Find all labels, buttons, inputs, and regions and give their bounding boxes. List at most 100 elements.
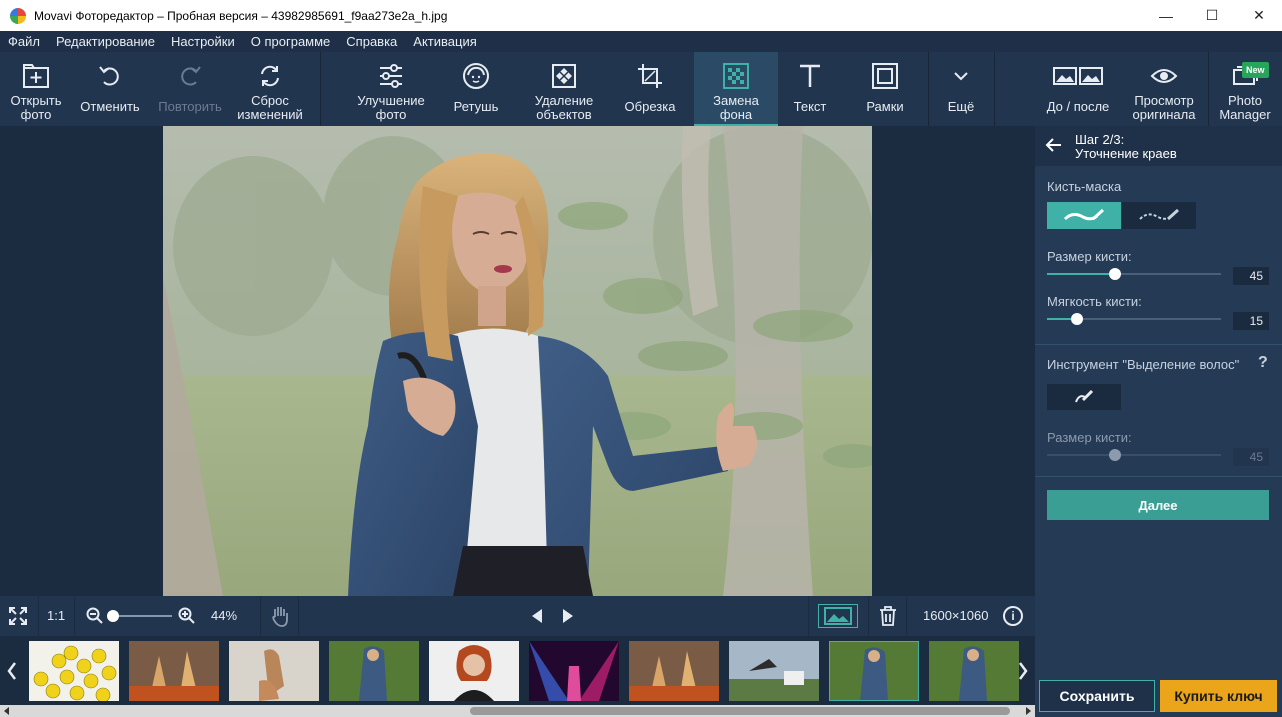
brush-size-value[interactable]: 45: [1233, 267, 1269, 285]
image-dimensions: 1600×1060: [923, 608, 989, 623]
next-button[interactable]: Далее: [1047, 490, 1269, 520]
menu-about[interactable]: О программе: [243, 34, 339, 49]
menu-file[interactable]: Файл: [0, 34, 48, 49]
brush-remove-button[interactable]: [1122, 202, 1196, 229]
show-background-icon[interactable]: [818, 604, 858, 628]
softness-knob[interactable]: [1071, 313, 1083, 325]
crop-button[interactable]: Обрезка: [612, 52, 688, 126]
buy-key-button[interactable]: Купить ключ: [1160, 680, 1277, 712]
eraser-icon: [551, 58, 577, 94]
more-button[interactable]: Ещё: [930, 52, 992, 126]
brush-add-button[interactable]: [1047, 202, 1121, 229]
thumbnail-selected[interactable]: [829, 641, 919, 701]
frame-icon: [872, 58, 898, 94]
help-icon[interactable]: ?: [1258, 354, 1268, 372]
close-button[interactable]: ✕: [1236, 0, 1282, 31]
undo-icon: [97, 58, 123, 94]
remove-objects-button[interactable]: Удаление объектов: [524, 52, 604, 126]
brush-mask-label: Кисть-маска: [1047, 179, 1122, 194]
reset-button[interactable]: Сброс изменений: [232, 52, 308, 126]
bottom-bar: 1:1 44% 1600×1060 i: [0, 596, 1035, 636]
canvas-area[interactable]: [0, 126, 1035, 596]
softness-slider[interactable]: [1047, 311, 1221, 327]
hair-size-knob[interactable]: [1109, 449, 1121, 461]
horizontal-scrollbar[interactable]: [0, 705, 1035, 717]
divider: [1035, 344, 1282, 345]
thumbnail[interactable]: [229, 641, 319, 701]
menu-help[interactable]: Справка: [338, 34, 405, 49]
scroll-left-arrow-icon[interactable]: [4, 707, 9, 715]
hair-tool-label: Инструмент "Выделение волос": [1047, 357, 1240, 372]
undo-button[interactable]: Отменить: [74, 52, 146, 126]
hand-tool-icon[interactable]: [270, 605, 290, 630]
fit-to-screen-icon[interactable]: [8, 606, 28, 629]
thumbnail[interactable]: [29, 641, 119, 701]
enhance-button[interactable]: Улучшение фото: [350, 52, 432, 126]
open-photo-button[interactable]: Открыть фото: [0, 52, 72, 126]
retouch-button[interactable]: Ретушь: [440, 52, 512, 126]
reset-icon: [257, 58, 283, 94]
eye-icon: [1150, 58, 1178, 94]
hair-brush-icon: [1075, 389, 1094, 403]
zoom-in-icon[interactable]: [178, 607, 196, 628]
chevron-down-icon: [953, 58, 969, 94]
text-icon: [797, 58, 823, 94]
hair-size-slider[interactable]: [1047, 447, 1221, 463]
redo-button[interactable]: Повторить: [154, 52, 226, 126]
thumbnail[interactable]: [329, 641, 419, 701]
app-icon: [10, 7, 26, 24]
zoom-percent: 44%: [211, 608, 238, 623]
toolbar-divider: [928, 52, 929, 126]
title-bar: Movavi Фоторедактор – Пробная версия – 4…: [0, 0, 1282, 31]
step-title: Уточнение краев: [1075, 146, 1177, 161]
menu-edit[interactable]: Редактирование: [48, 34, 163, 49]
photo-canvas[interactable]: [163, 126, 872, 596]
window-title: Movavi Фоторедактор – Пробная версия – 4…: [34, 8, 448, 23]
menu-bar: Файл Редактирование Настройки О программ…: [0, 31, 1282, 52]
menu-activation[interactable]: Активация: [405, 34, 484, 49]
step-label: Шаг 2/3:: [1075, 132, 1125, 147]
face-icon: [462, 58, 490, 94]
thumbnail[interactable]: [429, 641, 519, 701]
before-after-icon: [1053, 58, 1103, 94]
filmstrip-right-arrow-icon[interactable]: [1011, 636, 1035, 706]
menu-settings[interactable]: Настройки: [163, 34, 243, 49]
photo-manager-button[interactable]: New Photo Manager: [1210, 52, 1280, 126]
softness-value[interactable]: 15: [1233, 312, 1269, 330]
zoom-1-1-button[interactable]: 1:1: [47, 608, 65, 623]
thumbnail[interactable]: [729, 641, 819, 701]
zoom-knob[interactable]: [107, 610, 119, 622]
brush-size-knob[interactable]: [1109, 268, 1121, 280]
previous-arrow-icon[interactable]: [530, 608, 544, 627]
text-button[interactable]: Текст: [778, 52, 842, 126]
next-arrow-icon[interactable]: [561, 608, 575, 627]
minimize-button[interactable]: —: [1143, 0, 1189, 31]
maximize-button[interactable]: ☐: [1189, 0, 1235, 31]
save-button[interactable]: Сохранить: [1039, 680, 1155, 712]
brush-remove-icon: [1139, 208, 1180, 220]
trash-icon[interactable]: [879, 606, 897, 629]
hair-size-value[interactable]: 45: [1233, 448, 1269, 466]
zoom-out-icon[interactable]: [86, 607, 104, 628]
thumbnail[interactable]: [529, 641, 619, 701]
thumbnail[interactable]: [629, 641, 719, 701]
view-original-button[interactable]: Просмотр оригинала: [1124, 52, 1204, 126]
hair-tool-button[interactable]: [1047, 384, 1121, 410]
divider: [1035, 476, 1282, 477]
scroll-thumb[interactable]: [470, 707, 1010, 715]
brush-size-slider[interactable]: [1047, 266, 1221, 282]
frames-button[interactable]: Рамки: [850, 52, 920, 126]
zoom-slider[interactable]: [107, 608, 172, 624]
info-icon[interactable]: i: [1003, 606, 1023, 626]
crop-icon: [636, 58, 664, 94]
panel-header: Шаг 2/3: Уточнение краев: [1035, 126, 1282, 166]
thumbnail[interactable]: [129, 641, 219, 701]
before-after-button[interactable]: До / после: [1038, 52, 1118, 126]
thumbnail[interactable]: [929, 641, 1019, 701]
replace-background-button[interactable]: Замена фона: [694, 52, 778, 126]
brush-size-label: Размер кисти:: [1047, 249, 1132, 264]
settings-panel: Шаг 2/3: Уточнение краев Кисть-маска Раз…: [1035, 126, 1282, 717]
back-arrow-icon[interactable]: [1045, 137, 1063, 156]
scroll-right-arrow-icon[interactable]: [1026, 707, 1031, 715]
filmstrip-left-arrow-icon[interactable]: [0, 636, 24, 706]
